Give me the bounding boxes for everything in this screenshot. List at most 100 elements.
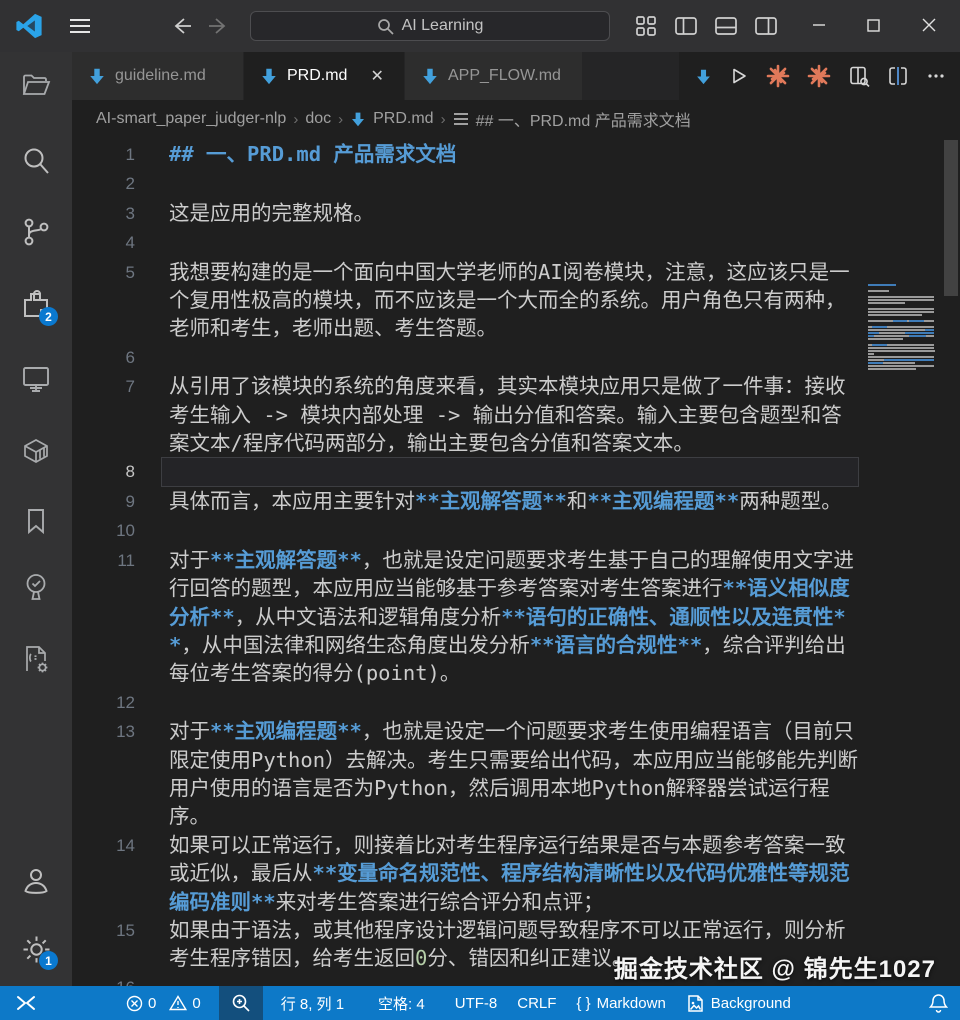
bookmarks-icon[interactable]: [19, 504, 53, 538]
tab-label: PRD.md: [287, 67, 347, 85]
warning-icon: [169, 995, 187, 1011]
line-number: 6: [72, 343, 135, 372]
explorer-icon[interactable]: [19, 68, 53, 102]
warning-count: 0: [192, 995, 200, 1012]
chevron-right-icon: ›: [441, 111, 446, 128]
editor-line[interactable]: 5我想要构建的是一个面向中国大学老师的AI阅卷模块，注意，这应该只是一个复用性极…: [72, 258, 960, 343]
line-text: 从引用了该模块的系统的角度来看，其实本模块应用只是做了一件事：接收考生输入 ->…: [169, 372, 859, 457]
toggle-sidebar-icon[interactable]: [673, 13, 698, 38]
line-number: 7: [72, 372, 135, 457]
line-number: 4: [72, 228, 135, 257]
editor-line[interactable]: 1 ## 一、PRD.md 产品需求文档: [72, 140, 960, 169]
background-label: Background: [711, 995, 791, 1012]
chevron-right-icon: ›: [293, 111, 298, 128]
line-number: 1: [72, 140, 135, 169]
tab-prd[interactable]: PRD.md ✕: [244, 52, 404, 100]
settings-gear-icon[interactable]: 1: [19, 932, 53, 966]
editor-line[interactable]: 11对于**主观解答题**，也就是设定问题要求考生基于自己的理解使用文字进行回答…: [72, 546, 960, 688]
scrollbar-thumb[interactable]: [944, 140, 958, 296]
breadcrumb-folder[interactable]: doc: [305, 110, 331, 128]
toggle-panel-icon[interactable]: [713, 13, 738, 38]
line-number: 14: [72, 831, 135, 916]
run-file-icon[interactable]: [729, 66, 749, 86]
indentation[interactable]: 空格: 4: [368, 986, 435, 1020]
run-settings-icon[interactable]: [19, 642, 53, 676]
language-mode[interactable]: { } Markdown: [566, 986, 675, 1020]
zoom-status-item[interactable]: [219, 986, 263, 1020]
close-tab-icon[interactable]: ✕: [370, 66, 383, 86]
container-icon[interactable]: [19, 434, 53, 468]
remote-indicator[interactable]: [0, 986, 56, 1020]
forward-arrow-icon[interactable]: [204, 13, 232, 39]
tab-label: APP_FLOW.md: [448, 67, 561, 85]
back-arrow-icon[interactable]: [168, 13, 196, 39]
line-number: 13: [72, 717, 135, 831]
more-actions-icon[interactable]: [926, 66, 946, 86]
minimize-button[interactable]: [804, 10, 834, 40]
ai-sparkle-icon[interactable]: [766, 64, 790, 88]
source-control-icon[interactable]: [19, 215, 53, 249]
tab-label: guideline.md: [115, 67, 206, 85]
editor-line[interactable]: 6: [72, 343, 960, 372]
symbol-list-icon: [453, 112, 469, 126]
breadcrumb-symbol[interactable]: ## 一、PRD.md 产品需求文档: [476, 107, 691, 131]
editor-scrollbar[interactable]: [942, 138, 960, 986]
maximize-button[interactable]: [858, 10, 888, 40]
line-text: 对于**主观编程题**，也就是设定一个问题要求考生使用编程语言（目前只限定使用P…: [169, 717, 859, 831]
line-number: 11: [72, 546, 135, 688]
remote-explorer-icon[interactable]: [19, 362, 53, 396]
notifications-bell-icon[interactable]: [919, 986, 960, 1020]
tab-app-flow[interactable]: APP_FLOW.md: [405, 52, 582, 100]
open-preview-icon[interactable]: [848, 65, 870, 87]
editor-line[interactable]: 2: [72, 169, 960, 198]
line-text: [169, 343, 859, 372]
editor-line[interactable]: 7 从引用了该模块的系统的角度来看，其实本模块应用只是做了一件事：接收考生输入 -…: [72, 372, 960, 457]
editor-line[interactable]: 9具体而言，本应用主要针对**主观解答题**和**主观编程题**两种题型。: [72, 487, 960, 516]
markdown-file-icon: [88, 67, 106, 85]
vscode-logo-icon: [13, 12, 45, 40]
encoding[interactable]: UTF-8: [445, 986, 508, 1020]
editor-line[interactable]: 8: [72, 457, 960, 486]
search-value: AI Learning: [402, 17, 484, 35]
ai-sparkle-icon[interactable]: [807, 64, 831, 88]
editor-line[interactable]: 3这是应用的完整规格。: [72, 199, 960, 228]
extensions-icon[interactable]: 2: [19, 288, 53, 322]
toggle-secondary-sidebar-icon[interactable]: [753, 13, 778, 38]
background-extension[interactable]: Background: [676, 986, 801, 1020]
line-text: [169, 516, 859, 545]
line-number: 2: [72, 169, 135, 198]
customize-layout-icon[interactable]: [633, 13, 658, 38]
line-text: ## 一、PRD.md 产品需求文档: [169, 140, 859, 169]
markdown-toc-icon[interactable]: [695, 68, 712, 85]
cursor-position[interactable]: 行 8, 列 1: [271, 986, 354, 1020]
line-text: 我想要构建的是一个面向中国大学老师的AI阅卷模块，注意，这应该只是一个复用性极高…: [169, 258, 859, 343]
editor-line[interactable]: 13 对于**主观编程题**，也就是设定一个问题要求考生使用编程语言（目前只限定使…: [72, 717, 960, 831]
tab-guideline[interactable]: guideline.md: [72, 52, 243, 100]
breadcrumb: AI-smart_paper_judger-nlp › doc › PRD.md…: [72, 100, 960, 138]
breadcrumb-file[interactable]: PRD.md: [373, 110, 433, 128]
account-icon[interactable]: [19, 864, 53, 898]
command-center-search[interactable]: AI Learning: [250, 11, 610, 41]
minimap[interactable]: [868, 284, 938, 374]
editor-line[interactable]: 10: [72, 516, 960, 545]
testing-icon[interactable]: [19, 570, 53, 604]
search-sidebar-icon[interactable]: [19, 144, 53, 178]
menu-icon[interactable]: [66, 14, 94, 38]
line-text: 对于**主观解答题**，也就是设定问题要求考生基于自己的理解使用文字进行回答的题…: [169, 546, 859, 688]
editor-line[interactable]: 14如果可以正常运行，则接着比对考生程序运行结果是否与本题参考答案一致或近似，最…: [72, 831, 960, 916]
split-editor-icon[interactable]: [887, 65, 909, 87]
editor[interactable]: 1 ## 一、PRD.md 产品需求文档 23这是应用的完整规格。45我想要构建的是…: [72, 138, 960, 986]
eol-sequence[interactable]: CRLF: [507, 986, 566, 1020]
line-number: 8: [72, 457, 135, 486]
status-bar: 0 0 行 8, 列 1 空格: 4 UTF-8 CRLF { } Markdo…: [0, 986, 960, 1020]
problems-status[interactable]: 0 0: [116, 986, 219, 1020]
breadcrumb-project[interactable]: AI-smart_paper_judger-nlp: [96, 110, 286, 128]
line-text: 这是应用的完整规格。: [169, 199, 859, 228]
line-number: 15: [72, 916, 135, 973]
editor-actions: [679, 52, 960, 100]
error-icon: [126, 995, 143, 1012]
close-button[interactable]: [914, 10, 944, 40]
editor-line[interactable]: 4: [72, 228, 960, 257]
editor-line[interactable]: 12: [72, 688, 960, 717]
extensions-badge: 2: [39, 307, 58, 326]
